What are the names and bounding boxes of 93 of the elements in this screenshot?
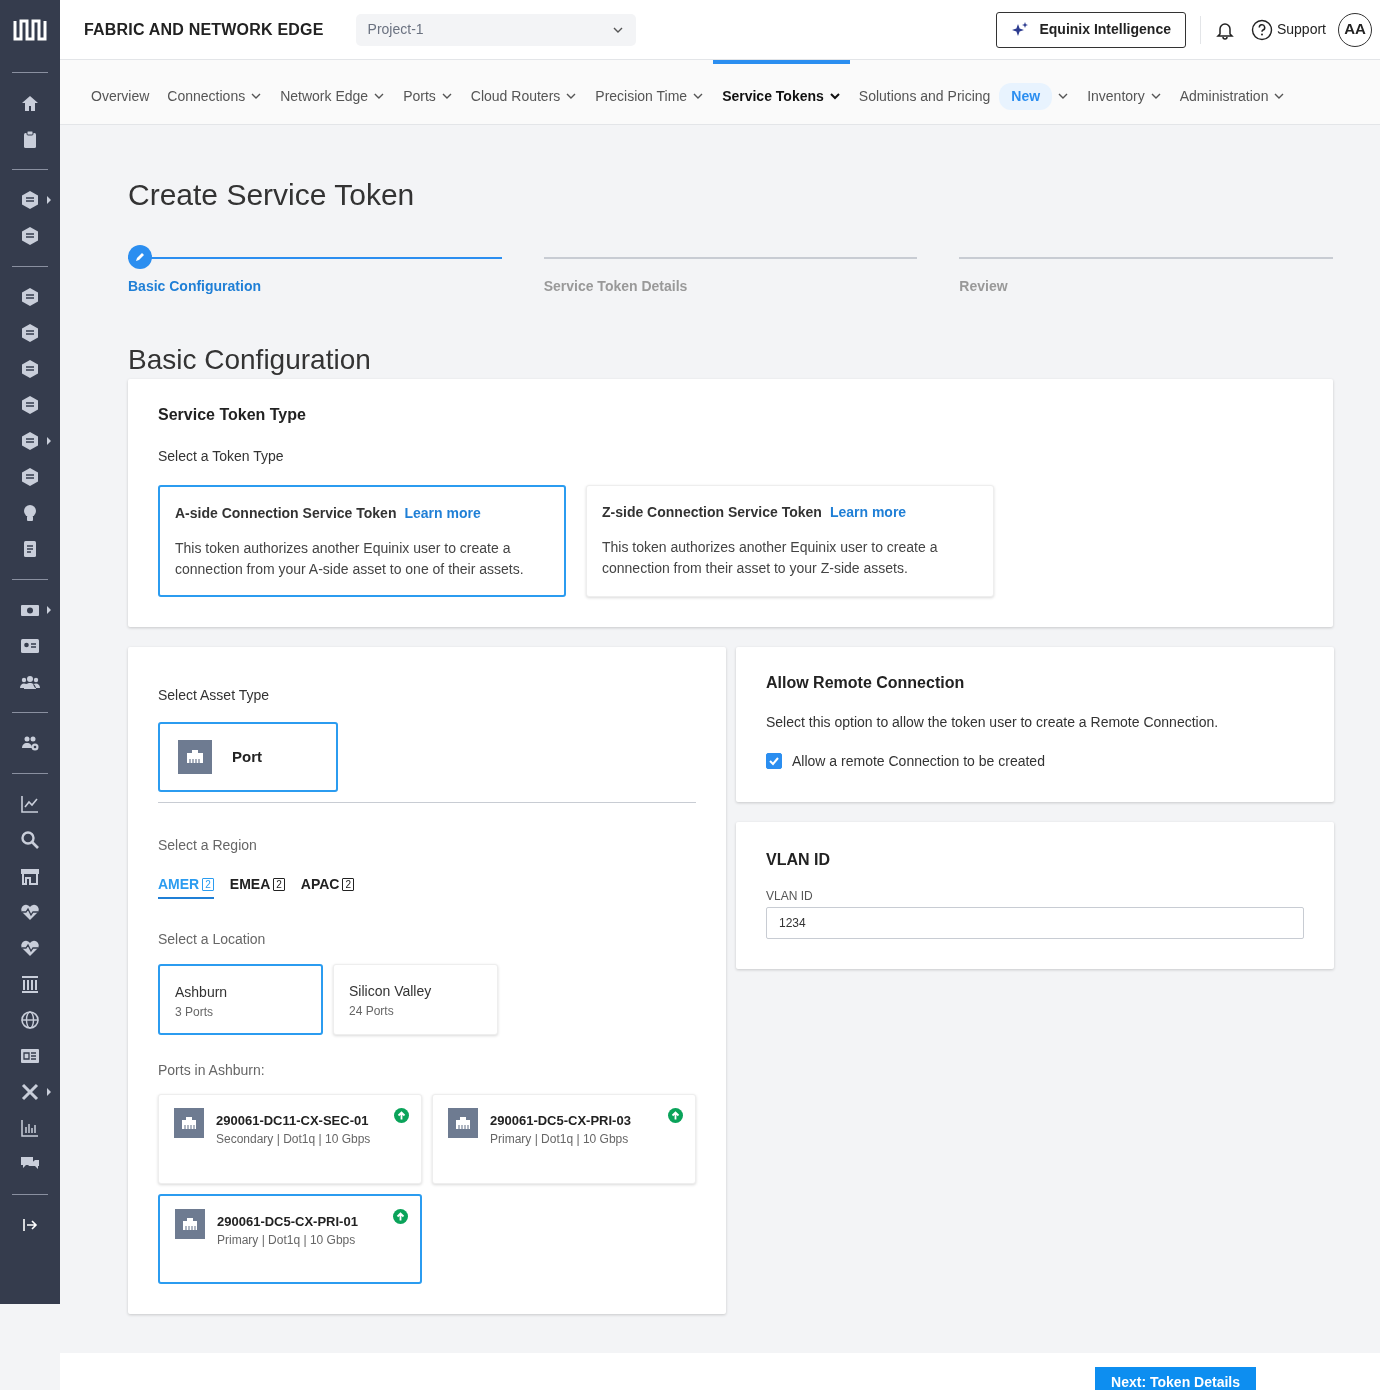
step-label: Service Token Details [543, 277, 689, 296]
bar-chart-icon[interactable] [20, 1118, 40, 1138]
layers-icon[interactable] [20, 190, 40, 210]
project-select[interactable]: Project-1 [355, 13, 636, 46]
port-icon [178, 739, 212, 774]
nav-tab[interactable]: Cloud Routers [461, 60, 587, 124]
line-chart-icon[interactable] [20, 794, 40, 814]
caret-icon[interactable] [47, 606, 51, 614]
field-label: Select a Token Type [158, 446, 285, 466]
card-description: Select this option to allow the token user to create a Remote Connection. [766, 712, 1220, 732]
caret-icon[interactable] [47, 1088, 51, 1096]
search-icon[interactable] [20, 830, 40, 850]
hexagon-icon[interactable] [20, 359, 40, 379]
field-label: VLAN ID [766, 888, 814, 906]
port-option[interactable]: 290061-DC11-CX-SEC-01 Secondary | Dot1q | 10 Gbps [158, 1093, 422, 1184]
section-title: Basic Configuration [128, 343, 372, 377]
nav-tab[interactable]: Ports [394, 60, 462, 124]
option-title: Z-side Connection Service Token [602, 503, 822, 520]
learn-more-link[interactable]: Learn more [404, 504, 481, 521]
expand-icon[interactable] [22, 1217, 38, 1233]
newspaper-icon[interactable] [20, 1046, 40, 1066]
learn-more-link[interactable]: Learn more [829, 503, 907, 520]
hexagon-icon[interactable] [20, 287, 40, 307]
port-icon [174, 1107, 204, 1138]
option-title: A-side Connection Service Token [175, 504, 397, 521]
nav-tab[interactable]: Inventory [1078, 60, 1171, 124]
nav-tab[interactable]: Service Tokens [713, 60, 850, 124]
step-label: Basic Configuration [128, 277, 262, 296]
columns-icon[interactable] [20, 974, 40, 994]
status-up-icon [668, 1107, 683, 1123]
hexagon-icon[interactable] [20, 431, 40, 451]
port-option[interactable]: 290061-DC5-CX-PRI-01 Primary | Dot1q | 10 Gbps [158, 1193, 422, 1284]
hexagon-icon[interactable] [20, 395, 40, 415]
hexagon-icon[interactable] [20, 323, 40, 343]
card-title: Allow Remote Connection [766, 672, 966, 692]
hexagon-icon[interactable] [20, 467, 40, 487]
nav-tab[interactable]: Solutions and Pricing New [849, 60, 1079, 124]
port-option[interactable]: 290061-DC5-CX-PRI-03 Primary | Dot1q | 10 Gbps [432, 1093, 696, 1184]
location-detail: 3 Ports [175, 1003, 214, 1021]
nav-tab[interactable]: Precision Time [586, 60, 714, 124]
port-name: 290061-DC11-CX-SEC-01 [216, 1111, 370, 1130]
help-icon [1250, 18, 1273, 41]
location-name: Ashburn [175, 982, 229, 1002]
step-label: Review [959, 277, 1009, 296]
option-description: This token authorizes another Equinix user to create a connection from their asset to your Z-side assets. [602, 537, 939, 578]
location-name: Silicon Valley [349, 981, 433, 1001]
logo-icon[interactable] [11, 17, 49, 43]
asset-option[interactable]: Port [158, 721, 338, 792]
location-option[interactable]: Silicon Valley 24 Ports [333, 963, 498, 1035]
home-icon[interactable] [20, 93, 40, 113]
support-link[interactable]: Support [1250, 18, 1326, 41]
new-badge: New [999, 82, 1053, 110]
heartbeat-icon[interactable] [20, 902, 40, 922]
heartbeat-icon[interactable] [20, 938, 40, 958]
storefront-icon[interactable] [20, 866, 40, 886]
nav-tab[interactable]: Overview [82, 60, 159, 124]
nav-tab[interactable]: Network Edge [271, 60, 395, 124]
card-title: VLAN ID [766, 849, 831, 870]
location-detail: 24 Ports [349, 1002, 395, 1020]
field-label: Select a Region [158, 835, 258, 855]
port-detail: Primary | Dot1q | 10 Gbps [490, 1131, 630, 1149]
caret-icon[interactable] [47, 196, 51, 204]
port-detail: Primary | Dot1q | 10 Gbps [217, 1232, 357, 1250]
caret-icon[interactable] [47, 437, 51, 445]
region-tab[interactable]: APAC 2 [300, 873, 354, 899]
port-name: 290061-DC5-CX-PRI-01 [217, 1212, 359, 1231]
hexagon-icon[interactable] [20, 226, 40, 246]
nav-tab[interactable]: Connections [158, 60, 272, 124]
port-icon [448, 1107, 478, 1138]
field-label: Ports in Ashburn: [158, 1060, 266, 1080]
checkbox[interactable] [766, 753, 782, 770]
port-icon [175, 1208, 205, 1239]
checkbox-label: Allow a remote Connection to be created [792, 751, 1045, 771]
chevron-down-icon [828, 90, 841, 102]
nav-tab[interactable]: Administration [1170, 60, 1295, 124]
port-name: 290061-DC5-CX-PRI-03 [490, 1111, 632, 1130]
page-title: Create Service Token [128, 177, 416, 213]
location-option[interactable]: Ashburn 3 Ports [158, 963, 323, 1035]
globe-icon[interactable] [20, 1010, 40, 1030]
status-up-icon [394, 1107, 409, 1123]
region-tab[interactable]: EMEA 2 [229, 873, 285, 899]
port-detail: Secondary | Dot1q | 10 Gbps [216, 1131, 372, 1149]
token-option[interactable]: A-side Connection Service Token Learn more This token authorizes another Equinix user to create a connection from your A-side asset to one of their assets. [158, 484, 566, 597]
vlan-input[interactable]: 1234 [766, 907, 1304, 940]
token-option[interactable]: Z-side Connection Service Token Learn more This token authorizes another Equinix user to create a connection from their asset to your Z-side assets. [586, 484, 994, 597]
field-label: Select a Location [158, 929, 267, 949]
option-description: This token authorizes another Equinix user to create a connection from your A-side asset to one of their assets. [175, 538, 525, 579]
field-label: Select Asset Type [158, 685, 271, 705]
status-up-icon [393, 1208, 408, 1224]
app-title: FABRIC AND NETWORK EDGE [84, 19, 324, 40]
ai-button[interactable]: Equinix Intelligence [996, 11, 1186, 48]
card-title: Service Token Type [158, 404, 307, 424]
id-card-icon[interactable] [20, 636, 40, 656]
